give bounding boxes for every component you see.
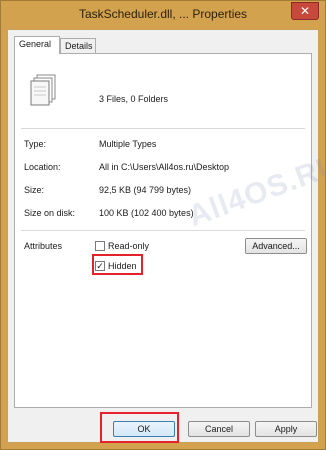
tab-general[interactable]: General [14, 36, 60, 54]
ok-button[interactable]: OK [113, 421, 175, 437]
type-value: Multiple Types [99, 139, 157, 149]
window-title: TaskScheduler.dll, ... Properties [78, 7, 248, 21]
general-panel: 3 Files, 0 Folders Type: Multiple Types … [14, 53, 326, 408]
readonly-option[interactable]: Read-only [95, 241, 149, 251]
hidden-option[interactable]: ✓ Hidden [95, 261, 137, 271]
divider [21, 230, 305, 231]
apply-button[interactable]: Apply [255, 421, 317, 437]
size-value: 92,5 KB (94 799 bytes) [99, 185, 192, 195]
properties-window: TaskScheduler.dll, ... Properties ✕ Gene… [0, 0, 326, 450]
size-on-disk-value: 100 KB (102 400 bytes) [99, 208, 194, 218]
attributes-label: Attributes [24, 241, 63, 251]
readonly-label: Read-only [108, 241, 150, 251]
size-on-disk-label: Size on disk: [24, 208, 76, 218]
hidden-label: Hidden [108, 261, 137, 271]
divider [21, 128, 305, 129]
readonly-checkbox[interactable] [95, 241, 105, 251]
location-value: All in C:\Users\All4os.ru\Desktop [99, 162, 230, 172]
cancel-button[interactable]: Cancel [188, 421, 250, 437]
location-label: Location: [24, 162, 61, 172]
selection-summary: 3 Files, 0 Folders [99, 94, 169, 104]
size-label: Size: [24, 185, 45, 195]
dialog-client: General Details 3 Files, 0 Folders Type:… [7, 29, 326, 443]
close-button[interactable]: ✕ [291, 2, 319, 20]
type-label: Type: [24, 139, 47, 149]
tab-details[interactable]: Details [60, 38, 96, 53]
multiple-files-icon [30, 74, 56, 106]
advanced-button[interactable]: Advanced... [245, 238, 307, 254]
hidden-checkbox[interactable]: ✓ [95, 261, 105, 271]
watermark-text: All4OS.RU [183, 147, 326, 234]
